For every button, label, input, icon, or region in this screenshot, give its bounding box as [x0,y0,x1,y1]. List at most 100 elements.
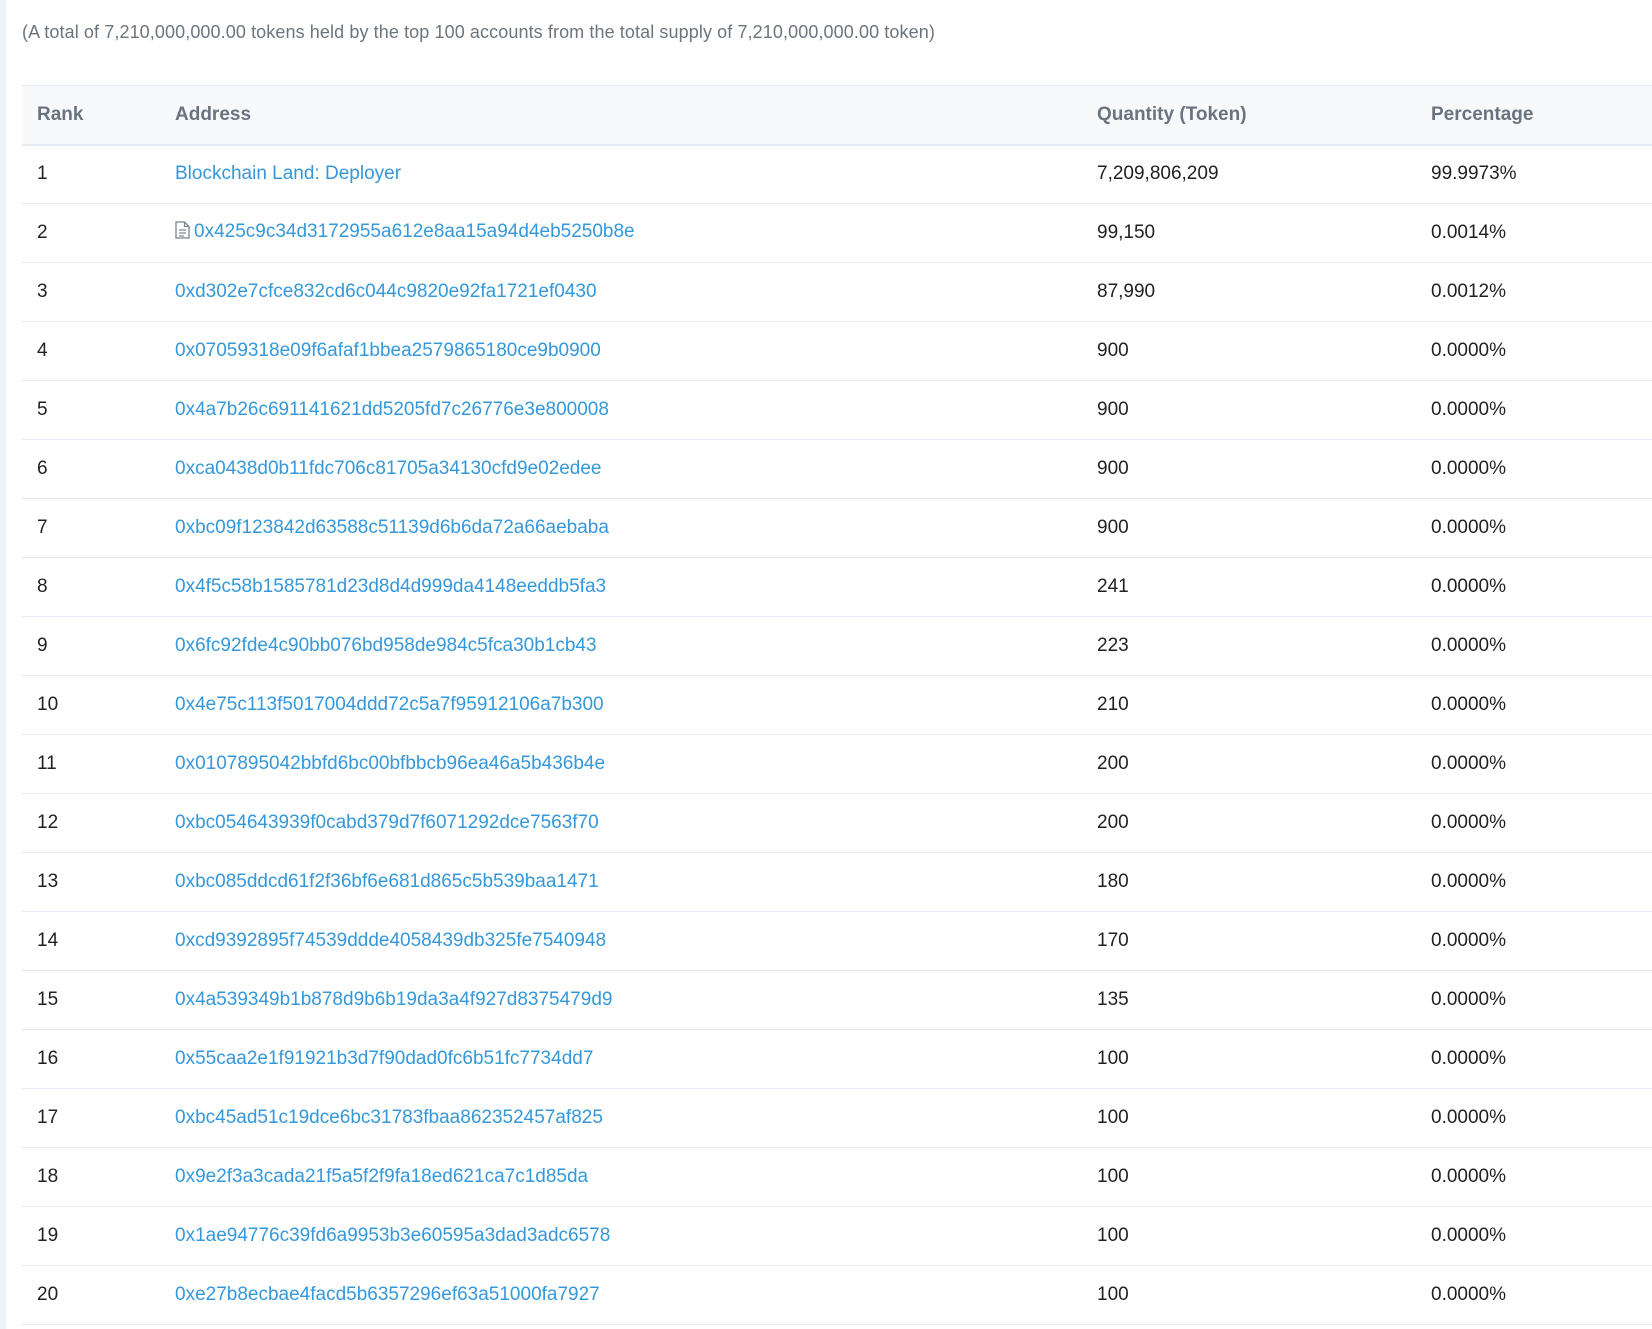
table-row: 18 0x9e2f3a3cada21f5a5f2f9fa18ed621ca7c1d… [22,1147,1652,1207]
address-link[interactable]: 0x425c9c34d3172955a612e8aa15a94d4eb5250b… [194,221,635,242]
percentage-cell: 0.0000% [1416,1265,1652,1325]
address-link[interactable]: 0x4a539349b1b878d9b6b19da3a4f927d8375479… [175,989,612,1010]
address-cell: 0x0107895042bbfd6bc00bfbbcb96ea46a5b436b… [160,734,1082,794]
left-edge-divider [0,0,6,1329]
percentage-cell: 0.0000% [1416,852,1652,912]
address-cell: 0x9e2f3a3cada21f5a5f2f9fa18ed621ca7c1d85… [160,1147,1082,1207]
address-link[interactable]: 0xd302e7cfce832cd6c044c9820e92fa1721ef04… [175,281,597,302]
percentage-cell: 0.0012% [1416,262,1652,322]
quantity-cell: 900 [1082,321,1416,381]
quantity-cell: 100 [1082,1147,1416,1207]
percentage-cell: 0.0000% [1416,1088,1652,1148]
address-link[interactable]: 0x07059318e09f6afaf1bbea2579865180ce9b09… [175,340,601,361]
quantity-cell: 135 [1082,970,1416,1030]
table-header: Rank Address Quantity (Token) Percentage [22,85,1652,146]
quantity-cell: 100 [1082,1029,1416,1089]
table-row: 1 Blockchain Land: Deployer 7,209,806,209 9… [22,144,1652,204]
address-link[interactable]: 0xcd9392895f74539ddde4058439db325fe75409… [175,930,606,951]
percentage-cell: 0.0000% [1416,498,1652,558]
table-body: 1 Blockchain Land: Deployer 7,209,806,209 9… [22,144,1652,1325]
address-link[interactable]: 0xbc085ddcd61f2f36bf6e681d865c5b539baa14… [175,871,599,892]
address-link[interactable]: 0x4f5c58b1585781d23d8d4d999da4148eeddb5f… [175,576,606,597]
rank-cell: 6 [22,439,160,499]
percentage-cell: 0.0000% [1416,557,1652,617]
address-cell: 0x55caa2e1f91921b3d7f90dad0fc6b51fc7734d… [160,1029,1082,1089]
rank-cell: 12 [22,793,160,853]
rank-cell: 15 [22,970,160,1030]
percentage-cell: 0.0000% [1416,1029,1652,1089]
rank-cell: 7 [22,498,160,558]
table-row: 8 0x4f5c58b1585781d23d8d4d999da4148eeddb5… [22,557,1652,617]
table-header-row: Rank Address Quantity (Token) Percentage [22,85,1652,146]
percentage-cell: 99.9973% [1416,144,1652,204]
address-cell: 0xca0438d0b11fdc706c81705a34130cfd9e02ed… [160,439,1082,499]
address-cell: 0x6fc92fde4c90bb076bd958de984c5fca30b1cb… [160,616,1082,676]
rank-cell: 18 [22,1147,160,1207]
address-cell: 0x4f5c58b1585781d23d8d4d999da4148eeddb5f… [160,557,1082,617]
table-row: 12 0xbc054643939f0cabd379d7f6071292dce756… [22,793,1652,853]
address-cell: 0x4e75c113f5017004ddd72c5a7f95912106a7b3… [160,675,1082,735]
quantity-cell: 200 [1082,734,1416,794]
address-cell: 0xbc054643939f0cabd379d7f6071292dce7563f… [160,793,1082,853]
rank-cell: 11 [22,734,160,794]
quantity-cell: 900 [1082,439,1416,499]
address-link[interactable]: 0x4e75c113f5017004ddd72c5a7f95912106a7b3… [175,694,604,715]
address-link[interactable]: Blockchain Land: Deployer [175,163,401,184]
address-cell: 0xe27b8ecbae4facd5b6357296ef63a51000fa79… [160,1265,1082,1325]
table-row: 5 0x4a7b26c691141621dd5205fd7c26776e3e800… [22,380,1652,440]
quantity-cell: 900 [1082,380,1416,440]
holders-summary-text: (A total of 7,210,000,000.00 tokens held… [22,22,935,42]
address-link[interactable]: 0x4a7b26c691141621dd5205fd7c26776e3e8000… [175,399,609,420]
rank-cell: 8 [22,557,160,617]
quantity-cell: 100 [1082,1088,1416,1148]
address-link[interactable]: 0x6fc92fde4c90bb076bd958de984c5fca30b1cb… [175,635,597,656]
table-row: 2 0x425c9c34d3172955a612e8aa15a94d4eb5250… [22,203,1652,263]
address-link[interactable]: 0xbc09f123842d63588c51139d6b6da72a66aeba… [175,517,609,538]
address-link[interactable]: 0xe27b8ecbae4facd5b6357296ef63a51000fa79… [175,1284,600,1305]
address-link[interactable]: 0xca0438d0b11fdc706c81705a34130cfd9e02ed… [175,458,602,479]
address-link[interactable]: 0x55caa2e1f91921b3d7f90dad0fc6b51fc7734d… [175,1048,593,1069]
address-link[interactable]: 0xbc054643939f0cabd379d7f6071292dce7563f… [175,812,599,833]
percentage-cell: 0.0000% [1416,1206,1652,1266]
address-cell: 0xd302e7cfce832cd6c044c9820e92fa1721ef04… [160,262,1082,322]
rank-cell: 5 [22,380,160,440]
column-header-address: Address [160,85,1082,146]
percentage-cell: 0.0000% [1416,734,1652,794]
address-link[interactable]: 0xbc45ad51c19dce6bc31783fbaa862352457af8… [175,1107,603,1128]
quantity-cell: 100 [1082,1265,1416,1325]
percentage-cell: 0.0000% [1416,793,1652,853]
quantity-cell: 99,150 [1082,203,1416,263]
rank-cell: 19 [22,1206,160,1266]
column-header-quantity: Quantity (Token) [1082,85,1416,146]
rank-cell: 20 [22,1265,160,1325]
table-row: 6 0xca0438d0b11fdc706c81705a34130cfd9e02e… [22,439,1652,499]
table-row: 16 0x55caa2e1f91921b3d7f90dad0fc6b51fc773… [22,1029,1652,1089]
address-cell: 0x4a539349b1b878d9b6b19da3a4f927d8375479… [160,970,1082,1030]
percentage-cell: 0.0000% [1416,970,1652,1030]
table-row: 13 0xbc085ddcd61f2f36bf6e681d865c5b539baa… [22,852,1652,912]
quantity-cell: 180 [1082,852,1416,912]
document-icon [175,221,190,245]
address-link[interactable]: 0x9e2f3a3cada21f5a5f2f9fa18ed621ca7c1d85… [175,1166,588,1187]
column-header-rank: Rank [22,85,160,146]
table-row: 11 0x0107895042bbfd6bc00bfbbcb96ea46a5b43… [22,734,1652,794]
token-holders-table-container: Rank Address Quantity (Token) Percentage… [22,85,1652,1325]
column-header-percentage: Percentage [1416,85,1652,146]
rank-cell: 9 [22,616,160,676]
address-link[interactable]: 0x0107895042bbfd6bc00bfbbcb96ea46a5b436b… [175,753,605,774]
rank-cell: 4 [22,321,160,381]
quantity-cell: 900 [1082,498,1416,558]
percentage-cell: 0.0000% [1416,380,1652,440]
rank-cell: 10 [22,675,160,735]
quantity-cell: 100 [1082,1206,1416,1266]
address-cell: 0x425c9c34d3172955a612e8aa15a94d4eb5250b… [160,203,1082,263]
percentage-cell: 0.0000% [1416,675,1652,735]
quantity-cell: 241 [1082,557,1416,617]
rank-cell: 2 [22,203,160,263]
table-row: 14 0xcd9392895f74539ddde4058439db325fe754… [22,911,1652,971]
table-row: 4 0x07059318e09f6afaf1bbea2579865180ce9b0… [22,321,1652,381]
address-link[interactable]: 0x1ae94776c39fd6a9953b3e60595a3dad3adc65… [175,1225,610,1246]
rank-cell: 17 [22,1088,160,1148]
quantity-cell: 7,209,806,209 [1082,144,1416,204]
quantity-cell: 87,990 [1082,262,1416,322]
